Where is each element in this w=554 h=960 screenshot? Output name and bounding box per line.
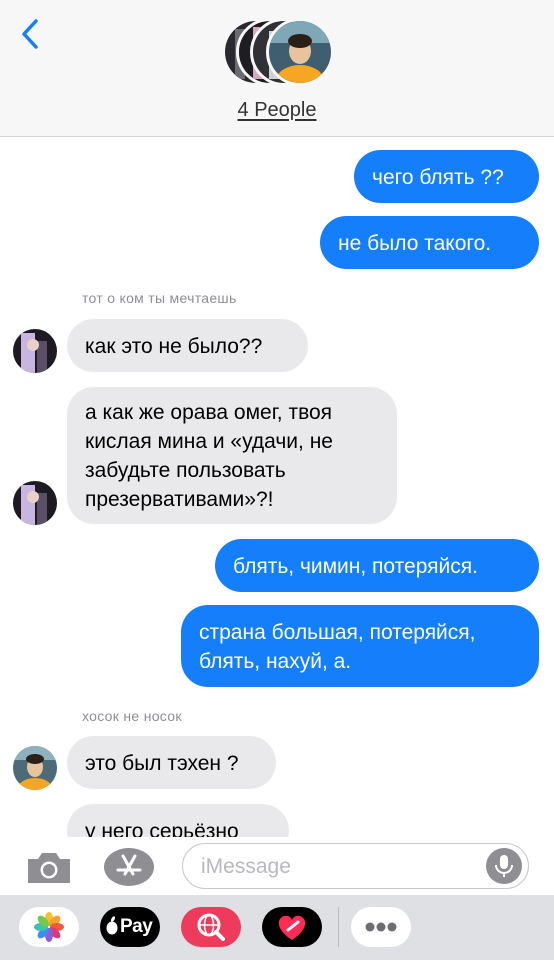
apple-pay-button[interactable]: Pay bbox=[100, 907, 160, 947]
apple-pay-label: Pay bbox=[120, 916, 153, 937]
message-bubble-outgoing[interactable]: чего блять ?? bbox=[354, 150, 539, 203]
message-field[interactable] bbox=[182, 843, 529, 889]
app-store-button[interactable] bbox=[102, 846, 156, 888]
sender-name: тот о ком ты мечтаешь bbox=[82, 290, 237, 306]
apple-pay-icon bbox=[106, 916, 118, 935]
photos-app-button[interactable] bbox=[19, 907, 79, 947]
compose-bar bbox=[0, 837, 554, 895]
more-icon bbox=[365, 922, 397, 932]
digital-touch-icon bbox=[278, 915, 306, 940]
message-bubble-incoming[interactable]: а как же орава омег, твоя кислая мина и … bbox=[67, 387, 397, 524]
message-input[interactable] bbox=[201, 852, 471, 882]
app-drawer: Pay bbox=[0, 895, 554, 960]
microphone-button[interactable] bbox=[486, 848, 522, 884]
message-bubble-incoming[interactable]: как это не было?? bbox=[67, 319, 308, 372]
app-store-icon bbox=[104, 848, 154, 886]
camera-button[interactable] bbox=[24, 847, 74, 887]
avatar bbox=[266, 18, 334, 86]
chevron-left-icon bbox=[22, 19, 38, 49]
avatar[interactable] bbox=[13, 329, 57, 373]
avatar[interactable] bbox=[13, 481, 57, 525]
message-bubble-incoming[interactable]: это был тэхен ? bbox=[67, 736, 276, 789]
image-search-icon bbox=[197, 913, 225, 941]
avatar[interactable] bbox=[13, 746, 57, 790]
image-search-button[interactable] bbox=[181, 907, 241, 947]
message-bubble-outgoing[interactable]: блять, чимин, потеряйся. bbox=[215, 539, 539, 592]
microphone-icon bbox=[495, 855, 513, 877]
sender-name: хосок не носок bbox=[82, 708, 182, 724]
digital-touch-button[interactable] bbox=[262, 907, 322, 947]
camera-icon bbox=[28, 853, 70, 883]
message-bubble-incoming[interactable]: у него серьёзно bbox=[67, 804, 289, 837]
photos-icon bbox=[34, 912, 64, 942]
message-bubble-outgoing[interactable]: страна большая, потеряйся, блять, нахуй,… bbox=[181, 605, 539, 687]
message-bubble-outgoing[interactable]: не было такого. bbox=[320, 216, 539, 269]
group-avatar-stack[interactable] bbox=[222, 18, 338, 88]
message-thread[interactable]: чего блять ?? не было такого. тот о ком … bbox=[0, 137, 554, 837]
group-title[interactable]: 4 People bbox=[0, 99, 554, 122]
drawer-divider bbox=[338, 907, 339, 947]
more-apps-button[interactable] bbox=[351, 907, 411, 947]
back-button[interactable] bbox=[14, 14, 48, 54]
conversation-header: 4 People bbox=[0, 0, 554, 137]
